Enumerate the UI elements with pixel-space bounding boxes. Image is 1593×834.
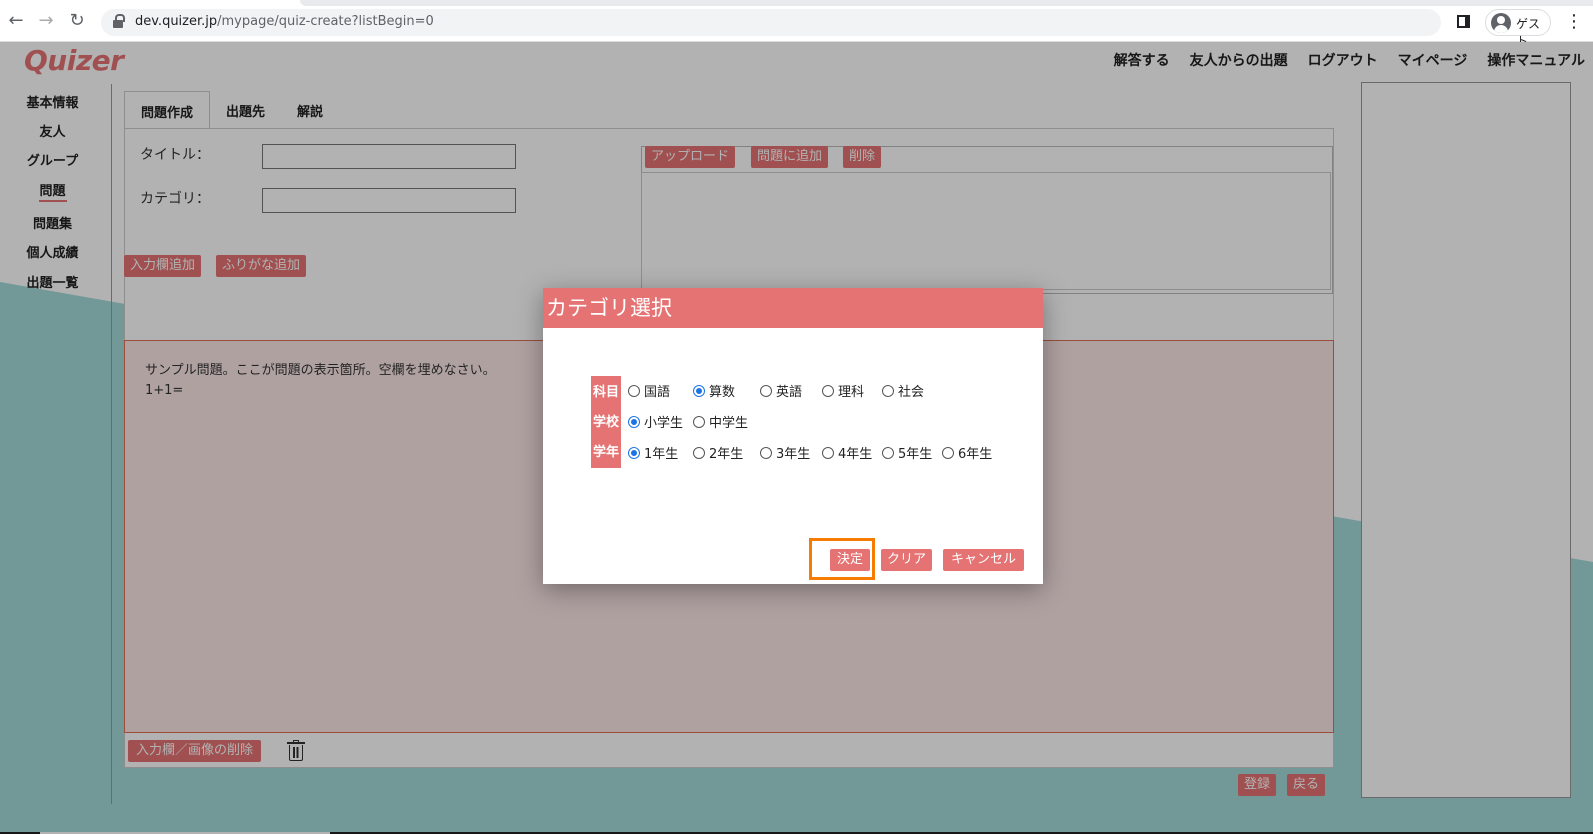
browser-chrome: ← → ↻ dev.quizer.jp/mypage/quiz-create?l… [0,0,1593,48]
radio-icon[interactable] [760,446,772,459]
label-subject: 科目 [593,385,620,400]
cancel-button[interactable]: キャンセル [943,549,1025,571]
subject-option[interactable]: 算数 [693,381,735,400]
radio-selected-icon[interactable] [628,446,640,459]
confirm-button[interactable]: 決定 [830,549,871,571]
radio-selected-icon[interactable] [628,415,640,428]
lock-icon [113,14,125,28]
side-panel-icon[interactable] [1457,15,1470,28]
tab-strip [300,0,1593,6]
school-option[interactable]: 中学生 [693,412,748,431]
label-school: 学校 [593,415,620,430]
radio-selected-icon[interactable] [693,384,705,397]
grade-option[interactable]: 5年生 [882,443,932,462]
radio-icon[interactable] [693,446,705,459]
profile-button[interactable]: ゲスト [1485,9,1551,48]
back-arrow-icon[interactable]: ← [6,11,26,31]
url-text: dev.quizer.jp/mypage/quiz-create?listBeg… [135,14,434,29]
grade-option[interactable]: 6年生 [942,443,992,462]
clear-button[interactable]: クリア [881,549,933,571]
category-select-modal: カテゴリ選択 科目 学校 学年 国語 算数 英語 理科 社会 小学生 中学生 1… [543,288,1043,584]
radio-icon[interactable] [693,415,705,428]
radio-icon[interactable] [822,446,834,459]
subject-option[interactable]: 国語 [628,381,670,400]
avatar-icon [1491,13,1511,33]
grade-option[interactable]: 4年生 [822,443,872,462]
radio-icon[interactable] [942,446,954,459]
kebab-menu-icon[interactable]: ⋮ [1565,11,1583,32]
label-grade: 学年 [593,445,620,460]
grade-option[interactable]: 2年生 [693,443,743,462]
row-labels: 科目 学校 学年 [591,376,621,468]
radio-icon[interactable] [822,384,834,397]
grade-option[interactable]: 1年生 [628,443,678,462]
modal-title: カテゴリ選択 [543,288,1043,328]
radio-icon[interactable] [760,384,772,397]
radio-icon[interactable] [882,384,894,397]
subject-option[interactable]: 英語 [760,381,802,400]
reload-icon[interactable]: ↻ [67,11,87,31]
forward-arrow-icon[interactable]: → [36,11,56,31]
school-option[interactable]: 小学生 [628,412,683,431]
subject-option[interactable]: 理科 [822,381,864,400]
subject-option[interactable]: 社会 [882,381,924,400]
page: Quizer 解答する 友人からの出題 ログアウト マイページ 操作マニュアル … [0,42,1593,834]
radio-icon[interactable] [628,384,640,397]
grade-option[interactable]: 3年生 [760,443,810,462]
radio-icon[interactable] [882,446,894,459]
address-bar[interactable]: dev.quizer.jp/mypage/quiz-create?listBeg… [101,9,1441,36]
